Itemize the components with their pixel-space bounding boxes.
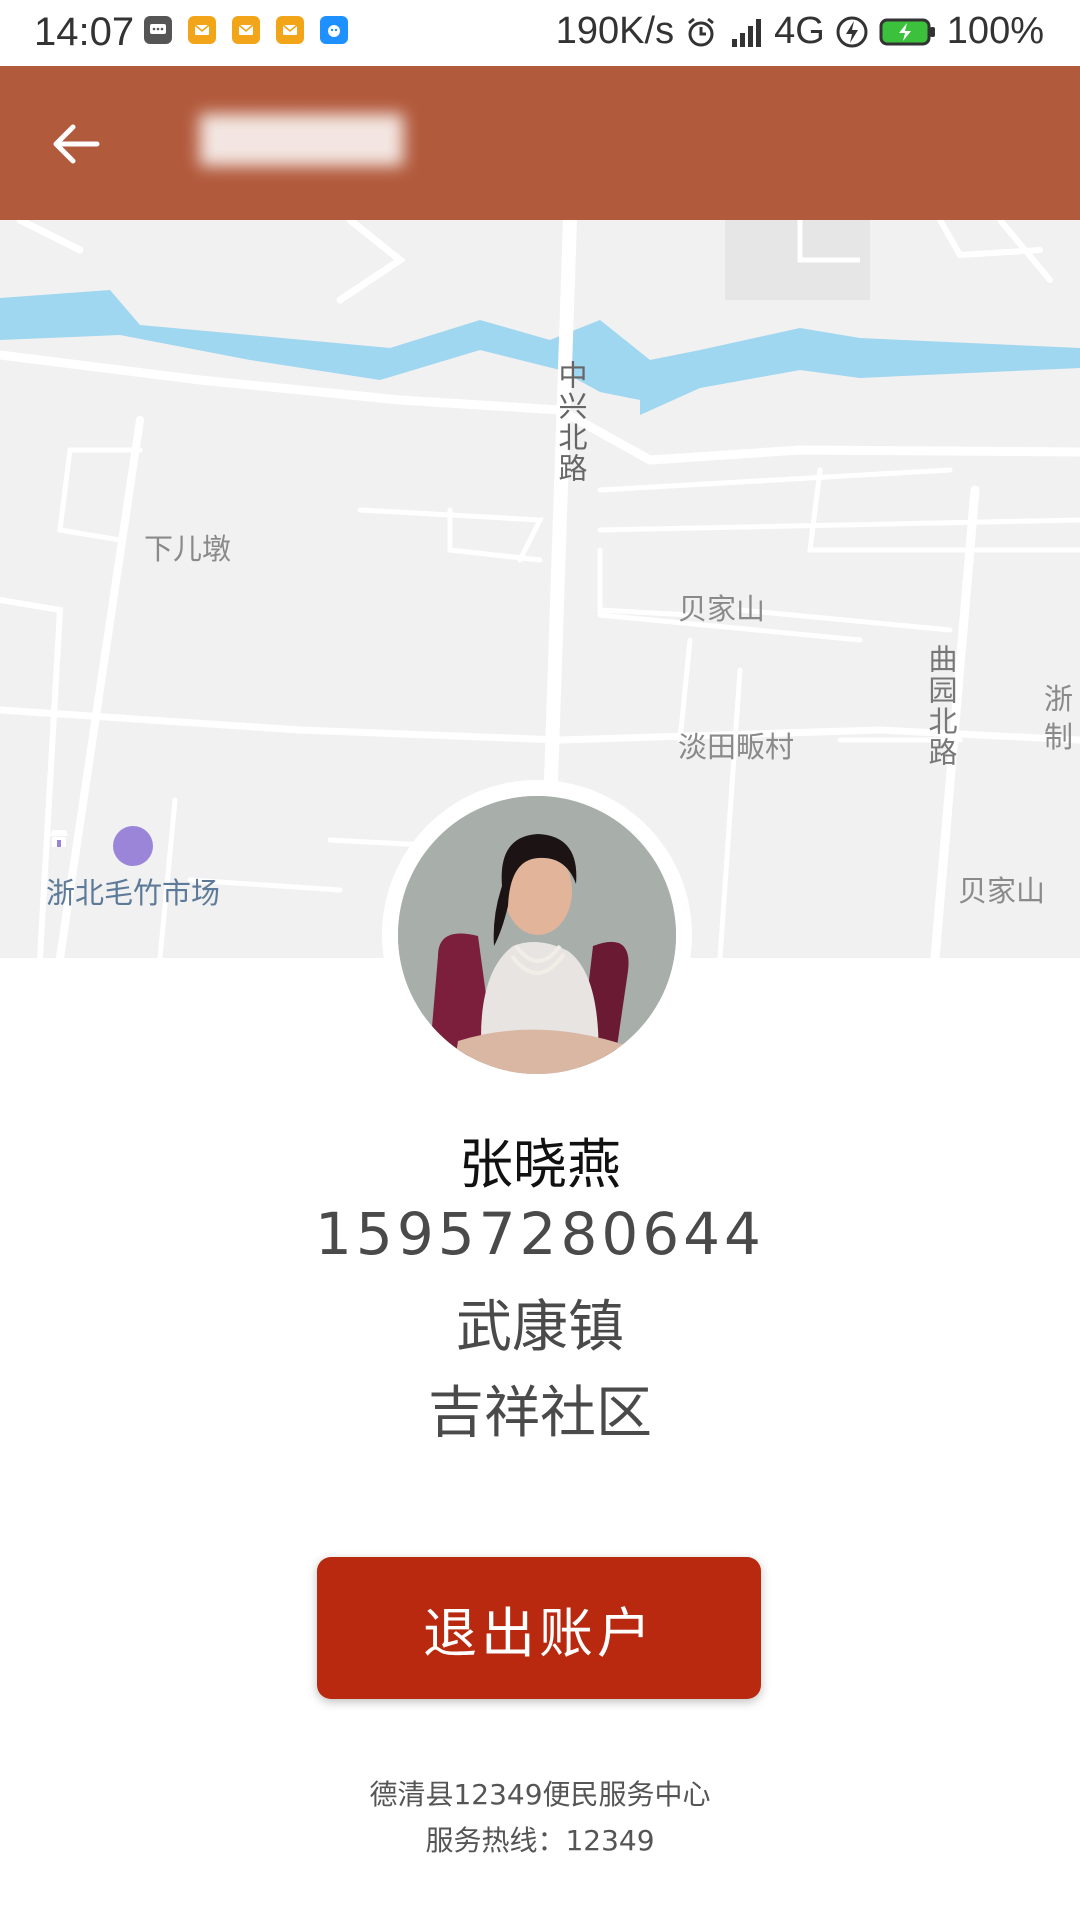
logout-button[interactable]: 退出账户 — [317, 1557, 761, 1699]
footer-service-center: 德清县12349便民服务中心 — [369, 1778, 711, 1811]
map-place-label: 下儿墩 — [144, 532, 232, 566]
footer-hotline: 服务热线：12349 — [425, 1824, 655, 1857]
shop-icon — [50, 826, 153, 866]
back-button[interactable] — [44, 114, 108, 174]
profile-phone: 15957280644 — [315, 1200, 765, 1268]
charging-icon — [835, 15, 869, 49]
page-title: ██████ — [200, 115, 404, 166]
notification-icons — [144, 16, 348, 44]
map-place-label: 贝家山 — [958, 874, 1046, 908]
profile-community: 吉祥社区 — [428, 1381, 652, 1446]
map-place-label: 淡田畈村 — [678, 730, 795, 764]
map-place-label: 贝家山 — [678, 592, 766, 626]
network-speed: 190K/s — [555, 10, 675, 52]
app-icon — [320, 16, 348, 44]
arrow-left-icon — [53, 124, 100, 164]
avatar[interactable] — [398, 796, 676, 1074]
alarm-icon — [684, 15, 718, 49]
avatar-photo — [398, 796, 676, 1074]
network-type: 4G — [774, 10, 825, 52]
status-bar: 14:07 190K/s 4G 100% — [0, 0, 1080, 66]
signal-icon — [728, 15, 764, 49]
map-road-label: 曲园北路 — [924, 644, 958, 768]
mail-icon — [276, 16, 304, 44]
status-time: 14:07 — [34, 10, 135, 54]
map-poi-market[interactable]: 浙北毛竹市场 — [46, 826, 220, 912]
profile-name: 张晓燕 — [459, 1133, 621, 1196]
mail-icon — [232, 16, 260, 44]
map-road-label: 中兴北路 — [554, 360, 588, 484]
message-icon — [144, 16, 172, 44]
battery-percent: 100% — [946, 10, 1044, 52]
poi-label: 浙北毛竹市场 — [46, 876, 221, 910]
footer: 德清县12349便民服务中心 服务热线：12349 — [0, 1772, 1080, 1864]
mail-icon — [188, 16, 216, 44]
map-place-label: 浙 — [1044, 682, 1074, 716]
map-place-label: 制 — [1044, 720, 1074, 754]
status-indicators: 190K/s 4G 100% — [556, 10, 1044, 53]
app-header: ██████ — [0, 66, 1080, 220]
profile-town: 武康镇 — [456, 1295, 624, 1360]
battery-icon — [879, 17, 937, 47]
